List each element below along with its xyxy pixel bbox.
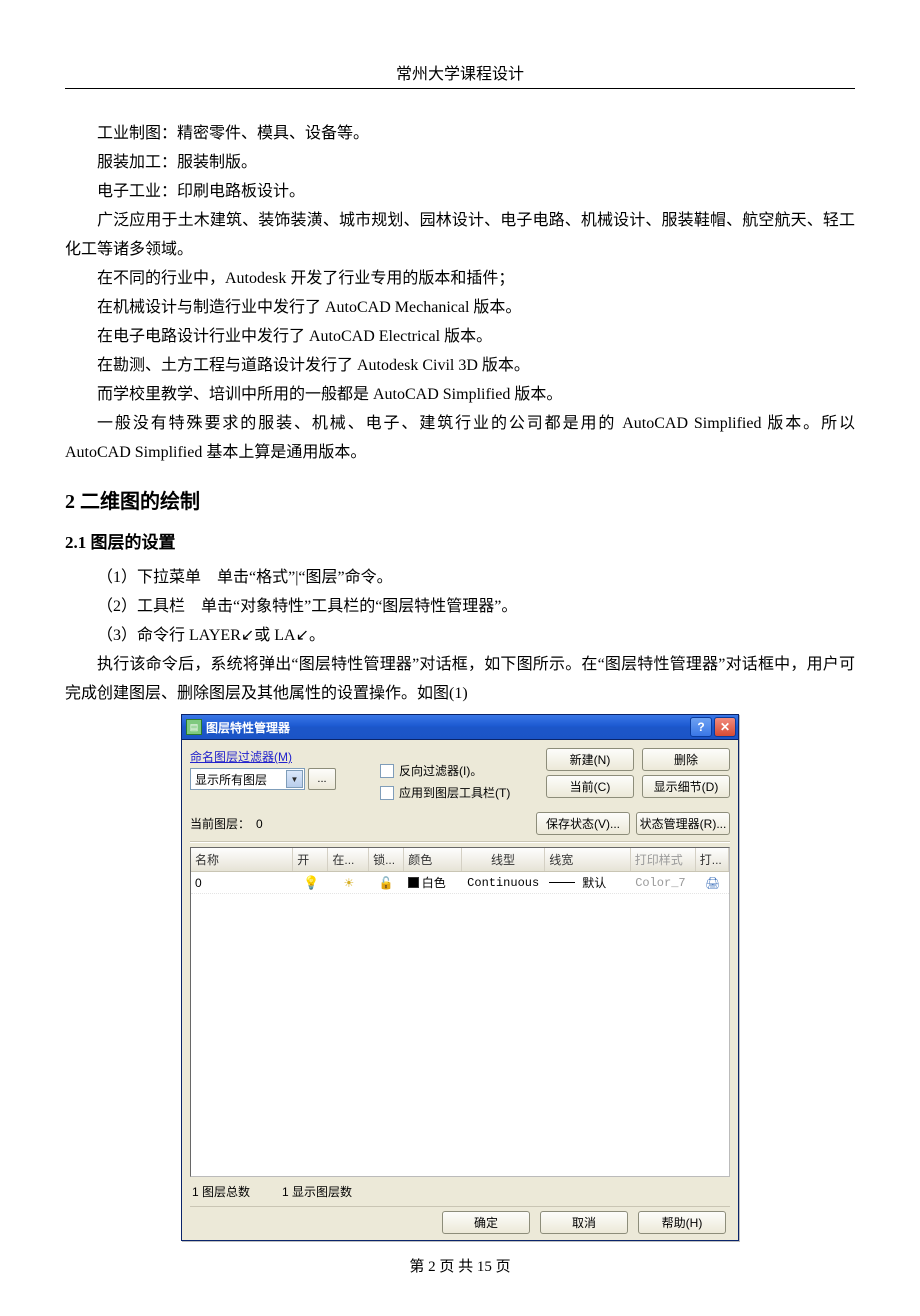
status-total: 1 图层总数 [192, 1183, 250, 1200]
cell-name[interactable]: 0 [191, 874, 294, 892]
close-icon[interactable]: ✕ [714, 717, 736, 737]
col-lock[interactable]: 锁... [369, 848, 404, 871]
col-linetype[interactable]: 线型 [462, 848, 546, 871]
subsection-heading-2-1: 2.1 图层的设置 [65, 528, 855, 553]
cell-on[interactable]: 💡 [294, 873, 329, 893]
para-1: 工业制图：精密零件、模具、设备等。 [65, 119, 855, 148]
delete-button[interactable]: 删除 [642, 748, 730, 771]
col-plotstyle[interactable]: 打印样式 [631, 848, 696, 871]
lineweight-preview-icon [549, 882, 575, 883]
filter-combo-value: 显示所有图层 [195, 771, 267, 788]
color-swatch-icon [408, 877, 419, 888]
dialog-title: 图层特性管理器 [206, 719, 688, 736]
set-current-button[interactable]: 当前(C) [546, 775, 634, 798]
layer-properties-dialog: ▤ 图层特性管理器 ? ✕ 命名图层过滤器(M) 显示所有图层 ▼ ... [181, 714, 739, 1241]
list-item-2: （2）工具栏 单击“对象特性”工具栏的“图层特性管理器”。 [65, 592, 855, 621]
save-state-button[interactable]: 保存状态(V)... [536, 812, 630, 835]
filter-combo[interactable]: 显示所有图层 ▼ [190, 768, 305, 790]
cell-lineweight-value: 默认 [582, 874, 606, 891]
status-row: 1 图层总数 1 显示图层数 [190, 1177, 730, 1206]
head-rule [65, 88, 855, 89]
printer-icon: 🖨 [705, 876, 720, 890]
show-details-button[interactable]: 显示细节(D) [642, 775, 730, 798]
checkbox-icon [380, 764, 394, 778]
cell-color-name: 白色 [422, 874, 446, 891]
dialog-body: 命名图层过滤器(M) 显示所有图层 ▼ ... 反向过滤器(I)。 [182, 740, 738, 1240]
table-row[interactable]: 0 💡 ☀ 🔓 白色 Continuous 默认 Col [191, 872, 729, 894]
filter-browse-button[interactable]: ... [308, 768, 336, 790]
para-8: 在勘测、土方工程与道路设计发行了 Autodesk Civil 3D 版本。 [65, 351, 855, 380]
para-9: 而学校里教学、培训中所用的一般都是 AutoCAD Simplified 版本。 [65, 380, 855, 409]
chevron-down-icon[interactable]: ▼ [286, 770, 303, 788]
current-layer-label: 当前图层： [190, 815, 250, 832]
invert-filter-checkbox[interactable]: 反向过滤器(I)。 [380, 762, 520, 779]
ok-button[interactable]: 确定 [442, 1211, 530, 1234]
cell-plotstyle[interactable]: Color_7 [631, 874, 696, 892]
para-6: 在机械设计与制造行业中发行了 AutoCAD Mechanical 版本。 [65, 293, 855, 322]
para-7: 在电子电路设计行业中发行了 AutoCAD Electrical 版本。 [65, 322, 855, 351]
cancel-button[interactable]: 取消 [540, 1211, 628, 1234]
named-filter-label[interactable]: 命名图层过滤器(M) [190, 748, 292, 765]
layers-icon: ▤ [186, 719, 202, 735]
page-footer: 第 2 页 共 15 页 [65, 1255, 855, 1276]
para-5: 在不同的行业中，Autodesk 开发了行业专用的版本和插件； [65, 264, 855, 293]
padlock-icon: 🔓 [379, 876, 394, 890]
col-color[interactable]: 颜色 [404, 848, 462, 871]
list-item-3: （3）命令行 LAYER↙或 LA↙。 [65, 621, 855, 650]
layers-grid[interactable]: 名称 开 在... 锁... 颜色 线型 线宽 打印样式 打... 0 💡 ☀ [190, 847, 730, 1177]
col-name[interactable]: 名称 [191, 848, 293, 871]
para-2: 服装加工：服装制版。 [65, 148, 855, 177]
checkbox-icon [380, 786, 394, 800]
apply-to-toolbar-checkbox[interactable]: 应用到图层工具栏(T) [380, 784, 520, 801]
section-heading-2: 2 二维图的绘制 [65, 485, 855, 514]
col-freeze[interactable]: 在... [328, 848, 369, 871]
running-head: 常州大学课程设计 [65, 60, 855, 84]
invert-filter-label: 反向过滤器(I)。 [399, 762, 482, 779]
col-print[interactable]: 打... [696, 848, 729, 871]
bulb-icon: 💡 [303, 875, 319, 891]
sun-icon: ☀ [344, 876, 355, 890]
cell-color[interactable]: 白色 [404, 872, 461, 893]
cell-linetype[interactable]: Continuous [461, 874, 545, 892]
current-layer-value: 0 [256, 817, 263, 831]
para-4: 广泛应用于土木建筑、装饰装潢、城市规划、园林设计、电子电路、机械设计、服装鞋帽、… [65, 206, 855, 264]
list-item-1: （1）下拉菜单 单击“格式”|“图层”命令。 [65, 563, 855, 592]
status-shown: 1 显示图层数 [282, 1183, 352, 1200]
divider [190, 841, 730, 843]
apply-to-toolbar-label: 应用到图层工具栏(T) [399, 784, 510, 801]
cell-freeze[interactable]: ☀ [329, 874, 369, 892]
para-3: 电子工业：印刷电路板设计。 [65, 177, 855, 206]
cell-lock[interactable]: 🔓 [369, 874, 404, 892]
new-button[interactable]: 新建(N) [546, 748, 634, 771]
col-on[interactable]: 开 [293, 848, 328, 871]
col-lineweight[interactable]: 线宽 [545, 848, 630, 871]
para-10: 一般没有特殊要求的服装、机械、电子、建筑行业的公司都是用的 AutoCAD Si… [65, 409, 855, 467]
figure-1: ▤ 图层特性管理器 ? ✕ 命名图层过滤器(M) 显示所有图层 ▼ ... [65, 714, 855, 1241]
state-manager-button[interactable]: 状态管理器(R)... [636, 812, 730, 835]
para-after-list: 执行该命令后，系统将弹出“图层特性管理器”对话框，如下图所示。在“图层特性管理器… [65, 650, 855, 708]
help-icon[interactable]: ? [690, 717, 712, 737]
cell-print[interactable]: 🖨 [696, 874, 729, 892]
help-button[interactable]: 帮助(H) [638, 1211, 726, 1234]
grid-header: 名称 开 在... 锁... 颜色 线型 线宽 打印样式 打... [191, 848, 729, 872]
cell-lineweight[interactable]: 默认 [545, 872, 631, 893]
dialog-titlebar[interactable]: ▤ 图层特性管理器 ? ✕ [182, 715, 738, 740]
